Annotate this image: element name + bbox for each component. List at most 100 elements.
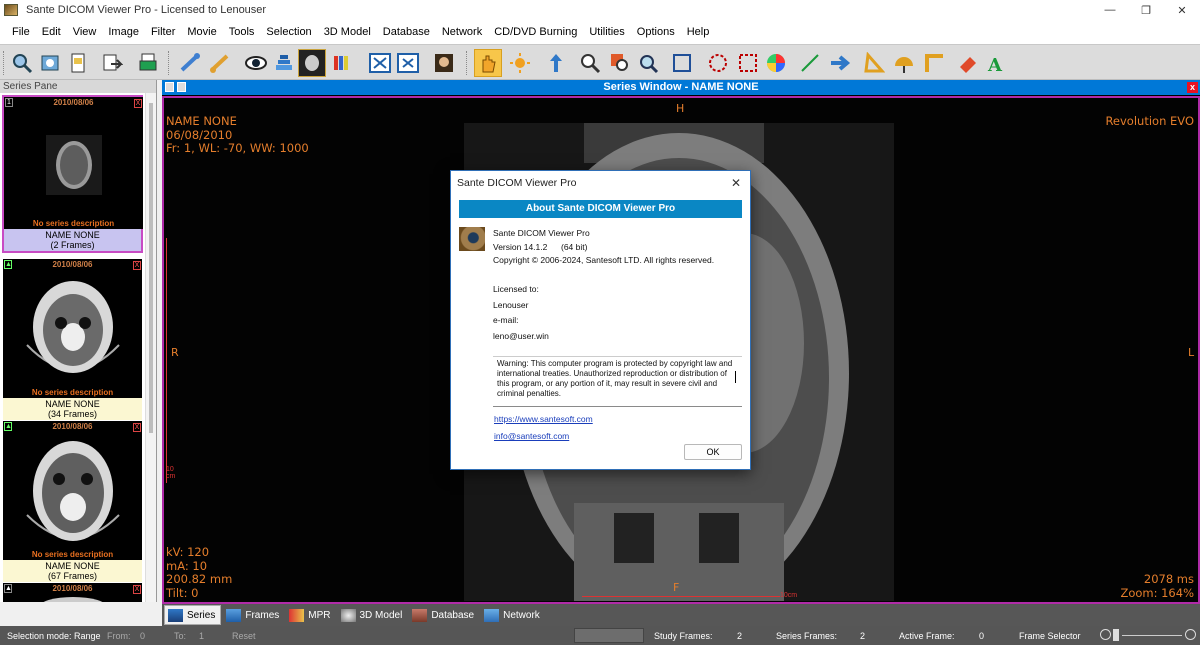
svg-text:A: A bbox=[987, 55, 1003, 74]
series-window-close-button[interactable]: x bbox=[1187, 82, 1198, 93]
protractor-icon[interactable] bbox=[890, 49, 918, 77]
series-window-title: Series Window - NAME NONE bbox=[603, 81, 759, 93]
menu-help[interactable]: Help bbox=[681, 26, 716, 38]
website-link[interactable]: https://www.santesoft.com bbox=[494, 414, 593, 424]
scroll-frames-icon[interactable] bbox=[542, 49, 570, 77]
menu-selection[interactable]: Selection bbox=[260, 26, 317, 38]
magnifier-icon[interactable] bbox=[634, 49, 662, 77]
axial-ct-image bbox=[43, 597, 103, 602]
series-pane: Series Pane 1 2010/08/06 X No series des… bbox=[0, 80, 157, 602]
dialog-close-button[interactable]: ✕ bbox=[731, 176, 741, 190]
series-pane-scrollbar[interactable] bbox=[145, 93, 156, 602]
text-annotation-icon[interactable]: A bbox=[982, 49, 1010, 77]
hand-pan-icon[interactable] bbox=[474, 49, 502, 77]
close-series-button[interactable]: X bbox=[134, 99, 142, 108]
study-frames-value: 2 bbox=[737, 631, 743, 641]
document-icon[interactable] bbox=[64, 49, 92, 77]
ellipse-roi-icon[interactable] bbox=[704, 49, 732, 77]
menu-utilities[interactable]: Utilities bbox=[583, 26, 630, 38]
vertical-scale-label: 10 cm bbox=[166, 466, 176, 480]
eraser-icon[interactable] bbox=[954, 49, 982, 77]
series-thumbnail[interactable]: 1 2010/08/06 X No series description NAM… bbox=[2, 95, 143, 253]
tab-frames[interactable]: Frames bbox=[223, 605, 284, 625]
zoom-region-icon[interactable] bbox=[606, 49, 634, 77]
toolbar: A bbox=[0, 44, 1200, 80]
dialog-titlebar: Sante DICOM Viewer Pro ✕ bbox=[451, 171, 750, 195]
tab-database[interactable]: Database bbox=[409, 605, 479, 625]
rectangle-roi-icon[interactable] bbox=[668, 49, 696, 77]
tab-network[interactable]: Network bbox=[481, 605, 545, 625]
actual-size-icon[interactable] bbox=[394, 49, 422, 77]
tab-series[interactable]: Series bbox=[164, 605, 222, 625]
menu-tools[interactable]: Tools bbox=[223, 26, 261, 38]
eye-icon[interactable] bbox=[242, 49, 270, 77]
from-label: From: bbox=[107, 631, 131, 641]
menu-filter[interactable]: Filter bbox=[145, 26, 181, 38]
tab-3d-model[interactable]: 3D Model bbox=[338, 605, 408, 625]
menu-edit[interactable]: Edit bbox=[36, 26, 67, 38]
arrow-annotation-icon[interactable] bbox=[826, 49, 854, 77]
fit-window-icon[interactable] bbox=[366, 49, 394, 77]
ok-button[interactable]: OK bbox=[684, 444, 742, 460]
menu-3d-model[interactable]: 3D Model bbox=[318, 26, 377, 38]
close-button[interactable]: ✕ bbox=[1164, 0, 1200, 20]
series-description: No series description bbox=[32, 219, 115, 228]
zoom-out-icon[interactable] bbox=[1100, 629, 1111, 640]
product-bitness: (64 bit) bbox=[561, 242, 588, 252]
select-region-icon[interactable] bbox=[734, 49, 762, 77]
lock-icon[interactable] bbox=[177, 82, 186, 92]
series-thumbnail[interactable]: ▲ 2010/08/06 X No series description NAM… bbox=[3, 421, 142, 582]
open-file-icon[interactable] bbox=[8, 49, 36, 77]
network-send-icon[interactable] bbox=[176, 49, 204, 77]
menu-movie[interactable]: Movie bbox=[181, 26, 222, 38]
angle-measure-icon[interactable] bbox=[860, 49, 888, 77]
layout-icon[interactable] bbox=[165, 82, 174, 92]
ma-overlay: mA: 10 bbox=[166, 558, 208, 573]
frame-window-overlay: Fr: 1, WL: -70, WW: 1000 bbox=[166, 141, 309, 155]
tab-mpr[interactable]: MPR bbox=[286, 605, 335, 625]
maximize-button[interactable]: ❐ bbox=[1128, 0, 1164, 20]
tab-label: MPR bbox=[308, 609, 331, 621]
close-series-button[interactable]: X bbox=[133, 423, 141, 432]
skull-view-icon[interactable] bbox=[298, 49, 326, 77]
network-receive-icon[interactable] bbox=[206, 49, 234, 77]
zoom-icon[interactable] bbox=[576, 49, 604, 77]
app-logo-icon bbox=[459, 227, 485, 251]
status-bar: Selection mode: Range From: 0 To: 1 Rese… bbox=[0, 626, 1200, 645]
selection-mode: Selection mode: Range bbox=[7, 631, 101, 641]
email-link[interactable]: info@santesoft.com bbox=[494, 431, 569, 441]
print-icon[interactable] bbox=[134, 49, 162, 77]
menu-network[interactable]: Network bbox=[436, 26, 488, 38]
zoom-in-icon[interactable] bbox=[1185, 629, 1196, 640]
copyright-warning[interactable]: Warning: This computer program is protec… bbox=[493, 356, 742, 407]
minimize-button[interactable]: — bbox=[1092, 0, 1128, 20]
frame-slider-thumb[interactable] bbox=[1113, 629, 1119, 641]
close-series-button[interactable]: X bbox=[133, 261, 141, 270]
menu-image[interactable]: Image bbox=[102, 26, 145, 38]
menu-file[interactable]: File bbox=[6, 26, 36, 38]
frame-slider-track[interactable] bbox=[1122, 635, 1182, 636]
export-icon[interactable] bbox=[98, 49, 126, 77]
series-thumbnail[interactable]: ▲ 2010/08/06 X No series description NAM… bbox=[3, 259, 142, 420]
menu-options[interactable]: Options bbox=[631, 26, 681, 38]
text-cursor bbox=[735, 371, 736, 383]
series-thumbnail[interactable]: ▲ 2010/08/06 X bbox=[3, 583, 142, 602]
patient-photo-icon[interactable] bbox=[430, 49, 458, 77]
close-series-button[interactable]: X bbox=[133, 585, 141, 594]
horizontal-scale-label: 10cm bbox=[780, 592, 798, 599]
menu-database[interactable]: Database bbox=[377, 26, 436, 38]
licensee-email: leno@user.win bbox=[493, 331, 549, 341]
cobb-angle-icon[interactable] bbox=[920, 49, 948, 77]
brightness-icon[interactable] bbox=[506, 49, 534, 77]
reset-button[interactable]: Reset bbox=[232, 631, 256, 641]
open-dicomdir-icon[interactable] bbox=[36, 49, 64, 77]
menu-view[interactable]: View bbox=[67, 26, 103, 38]
toolbar-separator bbox=[168, 51, 170, 75]
licensee-name: Lenouser bbox=[493, 300, 529, 310]
color-lut-icon[interactable] bbox=[328, 49, 356, 77]
line-measure-icon[interactable] bbox=[796, 49, 824, 77]
stack-icon[interactable] bbox=[270, 49, 298, 77]
kv-overlay: kV: 120 bbox=[166, 545, 210, 559]
color-wheel-icon[interactable] bbox=[762, 49, 790, 77]
menu-cd-dvd-burning[interactable]: CD/DVD Burning bbox=[488, 26, 583, 38]
